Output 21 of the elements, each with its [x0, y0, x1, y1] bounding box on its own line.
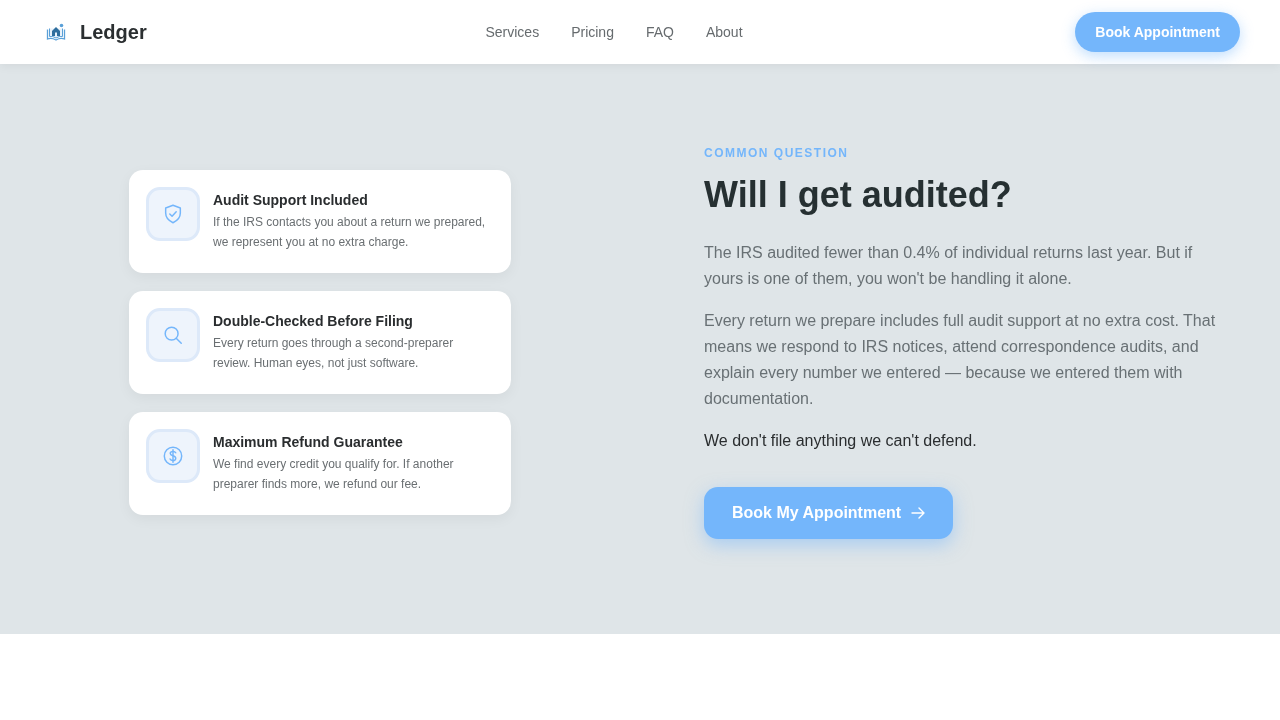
body-paragraph: The IRS audited fewer than 0.4% of individual returns last year. But if yours is one of them, you won't be handling it alone.	[704, 243, 1194, 289]
nav-link[interactable]: Pricing	[571, 24, 614, 40]
feature-title: Audit Support Included	[213, 190, 369, 209]
logo-text[interactable]: Ledger	[80, 20, 147, 44]
nav-link[interactable]: FAQ	[645, 24, 674, 40]
section-heading: Will I get audited?	[704, 173, 1013, 217]
feature-title: Maximum Refund Guarantee	[213, 432, 404, 451]
feature-description: We find every credit you qualify for. If another preparer finds more, we refund our fee.	[213, 455, 455, 493]
emphasis-text: We don't file anything we can't defend.	[704, 431, 978, 451]
feature-description: If the IRS contacts you about a return we prepared, we represent you at no extra charge.	[213, 213, 487, 251]
nav-link[interactable]: About	[705, 24, 743, 40]
nav-link[interactable]: Services	[485, 24, 540, 40]
feature-title: Double-Checked Before Filing	[213, 311, 414, 330]
book-house-icon	[46, 22, 66, 42]
dollar-coin-icon	[146, 428, 200, 483]
arrow-right-icon	[911, 507, 926, 519]
feature-description: Every return goes through a second-preparer review. Human eyes, not just software.	[213, 334, 455, 372]
eyebrow-label: COMMON QUESTION	[704, 145, 850, 161]
search-icon	[146, 307, 200, 362]
shield-check-icon	[146, 186, 200, 241]
body-paragraph: Every return we prepare includes full audit support at no extra cost. That means we respond to IRS notices, attend correspondence audits, and explain every number we entered — because we entered them with documentation.	[704, 311, 1217, 409]
